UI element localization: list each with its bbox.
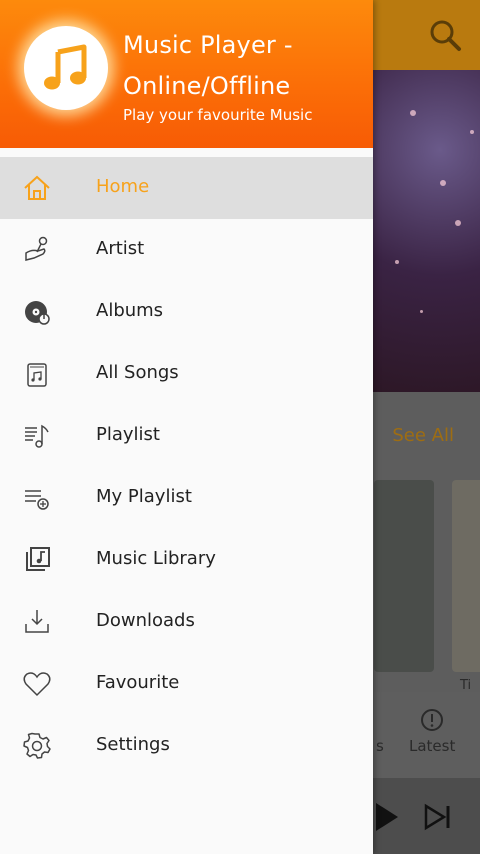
bottom-nav-latest[interactable]: Latest	[409, 737, 455, 755]
drawer-item-label: Settings	[96, 734, 170, 755]
microphone-hand-icon	[25, 236, 48, 261]
drawer-item-favourite[interactable]: Favourite	[0, 653, 373, 715]
drawer-item-playlist[interactable]: Playlist	[0, 405, 373, 467]
drawer-item-label: Playlist	[96, 424, 160, 445]
music-library-icon	[26, 547, 50, 571]
drawer-menu: Home Artist Albums All Songs Playlist My…	[0, 157, 373, 777]
drawer-item-artist[interactable]: Artist	[0, 219, 373, 281]
album-card[interactable]	[374, 480, 434, 672]
playlist-icon	[25, 424, 49, 448]
drawer-item-label: Artist	[96, 238, 145, 259]
music-note-icon	[44, 44, 87, 90]
drawer-item-settings[interactable]: Settings	[0, 715, 373, 777]
gear-icon	[23, 732, 51, 759]
drawer-item-label: Home	[96, 176, 150, 197]
drawer-item-label: Favourite	[96, 672, 180, 693]
drawer-item-downloads[interactable]: Downloads	[0, 591, 373, 653]
drawer-item-my-playlist[interactable]: My Playlist	[0, 467, 373, 529]
search-icon[interactable]	[428, 18, 462, 52]
heart-icon	[23, 672, 51, 697]
home-icon	[24, 175, 50, 200]
app-subtitle: Play your favourite Music	[123, 106, 313, 124]
drawer-item-label: Albums	[96, 300, 164, 321]
album-card[interactable]	[452, 480, 480, 672]
drawer-item-all-songs[interactable]: All Songs	[0, 343, 373, 405]
see-all-link[interactable]: See All	[392, 425, 454, 446]
play-icon[interactable]	[376, 803, 398, 831]
bottom-nav-partial-label: s	[376, 737, 384, 755]
song-folder-icon	[27, 363, 47, 387]
app-title: Music Player - Online/Offline	[123, 31, 293, 100]
drawer-header: Music Player - Online/Offline Play your …	[0, 0, 373, 148]
drawer-item-albums[interactable]: Albums	[0, 281, 373, 343]
navigation-drawer: Music Player - Online/Offline Play your …	[0, 0, 373, 854]
drawer-item-label: Music Library	[96, 548, 216, 569]
download-icon	[25, 610, 49, 633]
drawer-item-label: My Playlist	[96, 486, 192, 507]
drawer-item-home[interactable]: Home	[0, 157, 373, 219]
vinyl-record-icon	[25, 301, 50, 325]
drawer-item-label: All Songs	[96, 362, 179, 383]
playlist-add-icon	[25, 490, 49, 510]
drawer-item-label: Downloads	[96, 610, 195, 631]
alert-circle-icon[interactable]	[420, 708, 444, 732]
skip-next-icon[interactable]	[424, 803, 452, 831]
app-logo	[24, 26, 108, 110]
drawer-item-music-library[interactable]: Music Library	[0, 529, 373, 591]
album-card-caption: Ti	[460, 678, 472, 693]
